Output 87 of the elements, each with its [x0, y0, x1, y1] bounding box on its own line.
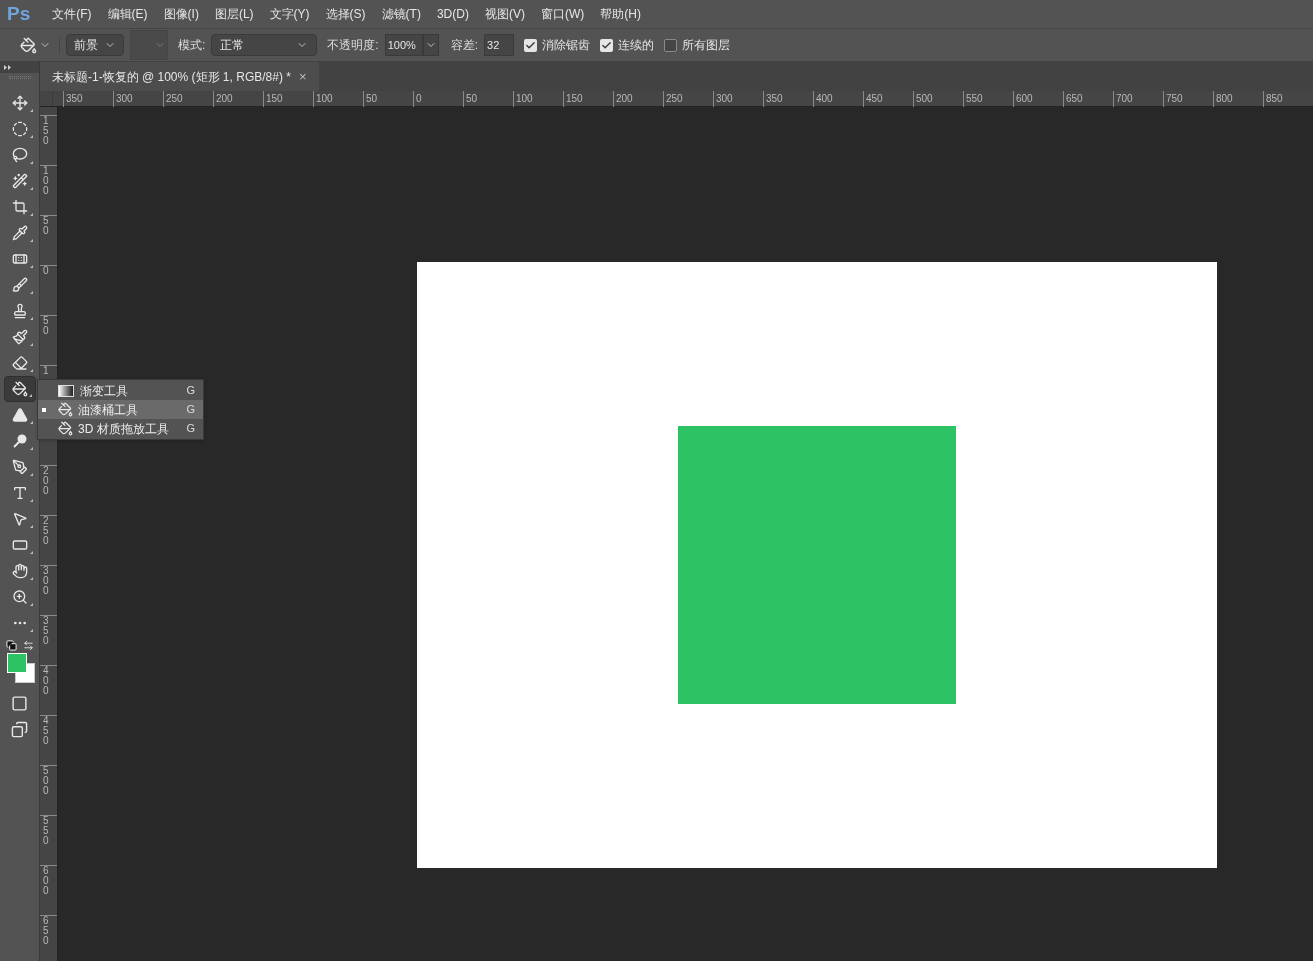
menu-item[interactable]: 3D(D) [428, 5, 477, 23]
flyout-item[interactable]: 油漆桶工具 G [38, 400, 203, 419]
document-tab[interactable]: 未标题-1-恢复的 @ 100% (矩形 1, RGB/8#) * × [40, 62, 319, 91]
ruler-label: 50 [43, 316, 50, 336]
flyout-item[interactable]: 渐变工具 G [38, 381, 203, 400]
menu-item[interactable]: 文字(Y) [261, 5, 318, 23]
ruler-label: 300 [43, 566, 50, 596]
paint-bucket-icon [11, 381, 28, 397]
magic-wand-icon [11, 173, 28, 189]
ruler-label: 450 [43, 716, 50, 746]
ruler-label: 550 [43, 816, 50, 846]
tolerance-label: 容差: [450, 37, 479, 54]
expand-icon[interactable] [4, 64, 12, 70]
menu-item[interactable]: 图层(L) [206, 5, 262, 23]
ruler-label: 350 [43, 616, 50, 646]
screen-mode-icon[interactable] [11, 721, 28, 738]
ruler-label: 50 [43, 216, 50, 236]
pointer-icon [11, 511, 28, 527]
ruler-label: 400 [43, 666, 50, 696]
flyout-item-label: 渐变工具 [80, 382, 129, 400]
menu-item[interactable]: 帮助(H) [592, 5, 649, 23]
mode-dropdown[interactable]: 正常 [211, 34, 318, 56]
ruler-label: 250 [43, 516, 50, 546]
menu-item[interactable]: 图像(I) [155, 5, 207, 23]
lasso-icon [11, 147, 28, 163]
check-icon [601, 39, 613, 51]
history-brush-icon [11, 329, 28, 345]
brush-icon [11, 277, 28, 293]
ruler-label: 0 [43, 266, 50, 276]
document-title: 未标题-1-恢复的 @ 100% (矩形 1, RGB/8#) * [52, 68, 291, 86]
rectangle-icon [11, 537, 28, 553]
checkbox[interactable] [600, 38, 614, 52]
ruler-label: 200 [43, 466, 50, 496]
tool-preset-picker[interactable] [20, 36, 60, 54]
menu-item[interactable]: 窗口(W) [532, 5, 593, 23]
fill-source-dropdown[interactable]: 前景 [66, 34, 124, 56]
menu-item[interactable]: 文件(F) [44, 5, 100, 23]
check-icon [525, 39, 537, 51]
paint-bucket-icon [58, 421, 73, 436]
dodge-icon [11, 433, 28, 449]
stamp-icon [11, 303, 28, 319]
crop-icon [11, 199, 28, 215]
app-logo: Ps [7, 1, 31, 26]
ruler-label: 650 [43, 916, 50, 946]
ruler-label: 500 [43, 766, 50, 796]
eraser-icon [11, 355, 28, 371]
checkbox[interactable] [524, 38, 538, 52]
flyout-item-label: 3D 材质拖放工具 [78, 420, 170, 438]
ruler-label: 600 [43, 866, 50, 896]
menu-item[interactable]: 滤镜(T) [373, 5, 429, 23]
menu-item[interactable]: 选择(S) [317, 5, 374, 23]
ellipse-marquee-icon [11, 121, 28, 137]
shortcut-key: G [186, 401, 195, 418]
checkbox-label: 所有图层 [682, 37, 731, 54]
checkbox[interactable] [664, 38, 678, 52]
ruler-label: 150 [43, 116, 50, 146]
menu-item[interactable]: 视图(V) [476, 5, 533, 23]
paint-bucket-icon [58, 402, 73, 417]
flyout-item-label: 油漆桶工具 [78, 401, 139, 419]
type-icon [11, 485, 28, 501]
shortcut-key: G [186, 420, 195, 437]
mode-label: 模式: [178, 37, 206, 54]
move-icon [11, 95, 28, 111]
default-colors-icon[interactable] [5, 640, 17, 651]
checkbox-label: 连续的 [618, 37, 655, 54]
triangle-icon [11, 407, 28, 423]
opacity-field[interactable]: 100% [384, 34, 423, 56]
swap-colors-icon[interactable] [22, 640, 34, 651]
flyout-item[interactable]: 3D 材质拖放工具 G [38, 419, 203, 438]
bandage-icon [11, 251, 28, 267]
shortcut-key: G [186, 382, 195, 399]
gradient-icon [58, 384, 74, 397]
quick-mask-icon[interactable] [11, 695, 28, 712]
opacity-label: 不透明度: [327, 37, 379, 54]
checkbox-label: 消除锯齿 [542, 37, 591, 54]
ruler-label: 1 [43, 366, 50, 376]
ruler-label: 100 [43, 166, 50, 196]
tolerance-field[interactable]: 32 [484, 34, 515, 56]
close-button[interactable]: × [298, 66, 307, 87]
paint-bucket-icon [20, 36, 37, 54]
tool-button[interactable] [3, 376, 36, 402]
menu-item[interactable]: 编辑(E) [99, 5, 156, 23]
color-swatches-drawing[interactable] [4, 653, 35, 683]
zoom-icon [11, 589, 28, 605]
eyedropper-icon [11, 225, 28, 241]
hand-icon [11, 563, 28, 579]
pen-icon [11, 459, 28, 475]
